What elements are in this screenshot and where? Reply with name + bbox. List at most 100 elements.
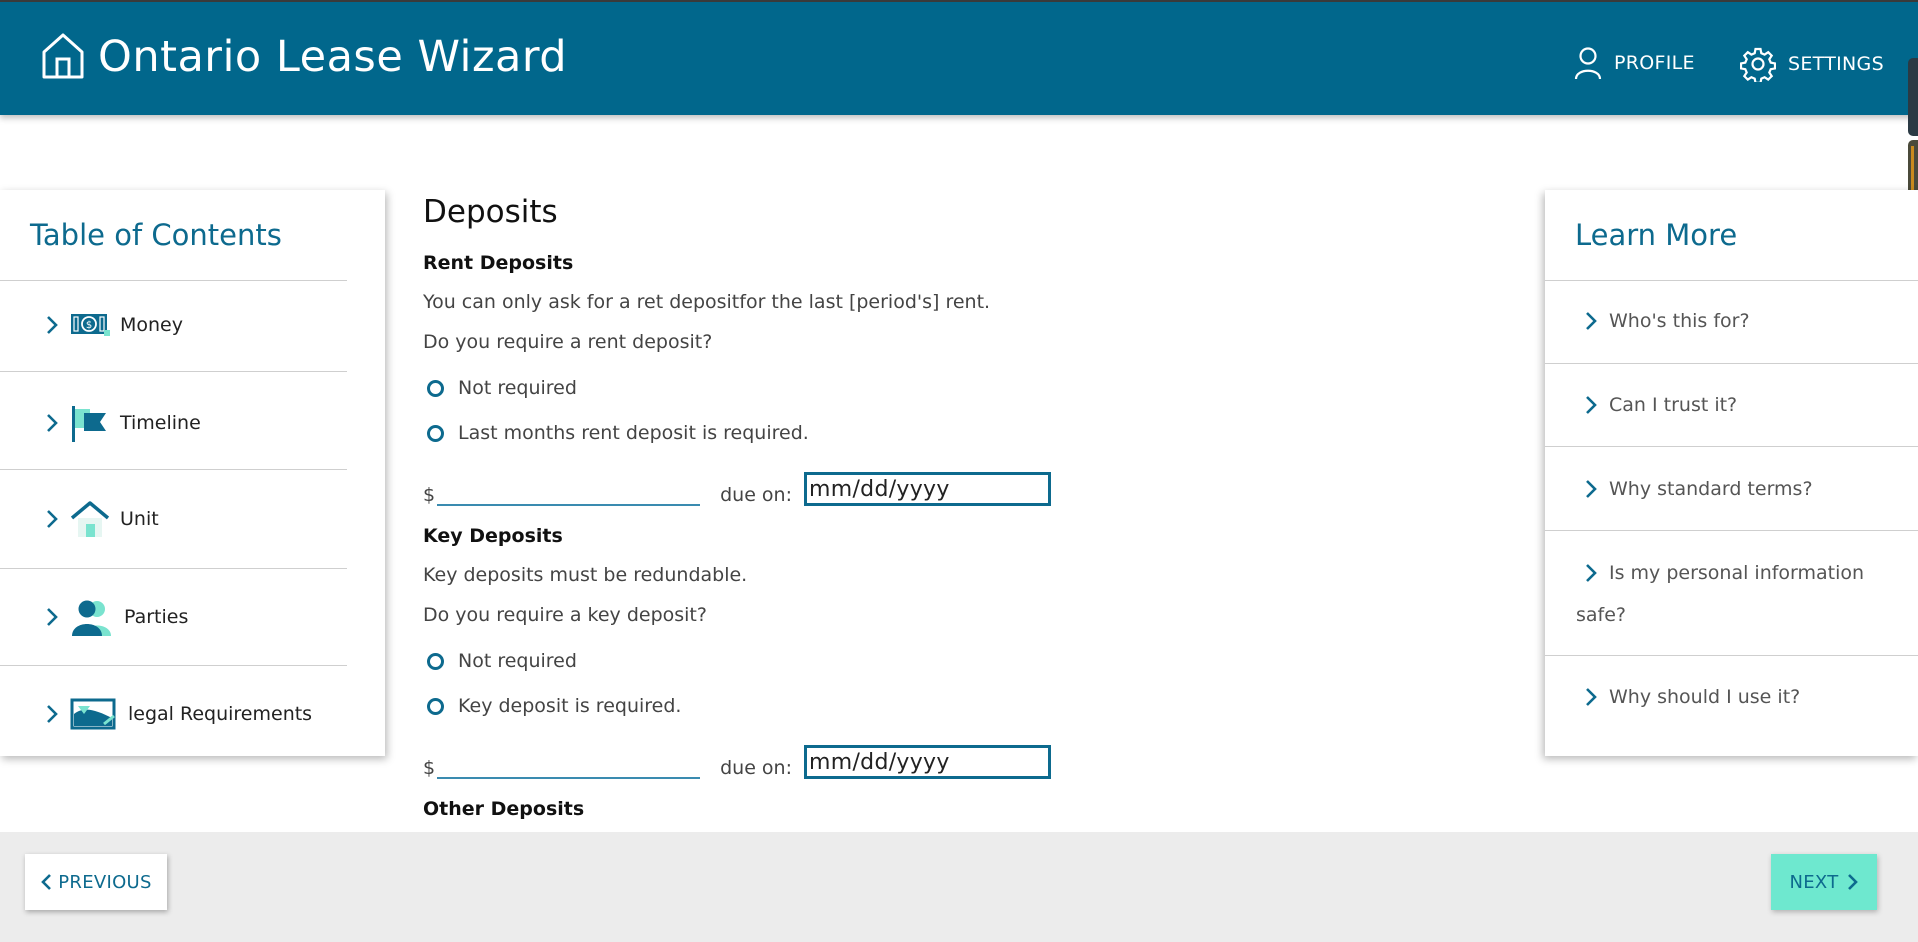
chevron-right-icon: [47, 705, 58, 723]
learn-item-line: Is my personal information: [1585, 552, 1885, 594]
key-not-required-radio[interactable]: Not required: [427, 650, 577, 672]
chevron-right-icon: [47, 414, 58, 432]
key-due-date-input[interactable]: mm/dd/yyyy: [804, 745, 1051, 779]
toc-item-label: Money: [120, 314, 183, 336]
key-amount-input[interactable]: [437, 753, 701, 779]
rent-deposit-question: Do you require a rent deposit?: [423, 331, 713, 353]
learn-item-whos-this-for[interactable]: Who's this for?: [1585, 310, 1750, 332]
toc-item-label: Parties: [124, 606, 189, 628]
radio-circle[interactable]: [427, 424, 444, 442]
side-scroll-handle[interactable]: [1908, 58, 1918, 136]
rent-last-month-radio[interactable]: Last months rent deposit is required.: [427, 422, 809, 444]
divider: [1545, 363, 1918, 364]
money-icon: $: [71, 314, 110, 336]
rent-not-required-radio[interactable]: Not required: [427, 377, 577, 399]
settings-label: SETTINGS: [1788, 53, 1884, 75]
previous-label: PREVIOUS: [58, 871, 152, 893]
toc-item-money[interactable]: $ Money: [46, 312, 183, 338]
home-icon: [70, 501, 110, 537]
chevron-right-icon: [1586, 312, 1597, 330]
learn-item-label: Why standard terms?: [1609, 478, 1813, 500]
settings-link[interactable]: SETTINGS: [1740, 46, 1884, 82]
radio-circle[interactable]: [427, 652, 444, 670]
key-amount-row: $ due on: mm/dd/yyyy: [423, 745, 1051, 779]
other-deposits-heading: Other Deposits: [423, 798, 585, 820]
key-deposits-info: Key deposits must be redundable.: [423, 564, 748, 586]
chevron-right-icon: [47, 316, 58, 334]
radio-circle[interactable]: [427, 697, 444, 715]
rent-amount-input[interactable]: [437, 480, 701, 506]
divider: [1545, 280, 1918, 281]
toc-item-label: Timeline: [120, 412, 201, 434]
gear-icon: [1740, 47, 1776, 82]
divider: [0, 280, 347, 281]
profile-label: PROFILE: [1614, 52, 1695, 74]
chevron-right-icon: [1586, 396, 1597, 414]
learn-item-label: Who's this for?: [1609, 310, 1750, 332]
toc-item-parties[interactable]: Parties: [46, 598, 188, 636]
rent-due-date-input[interactable]: mm/dd/yyyy: [804, 472, 1051, 506]
divider: [0, 371, 347, 372]
divider: [0, 665, 347, 666]
chevron-right-icon: [1847, 874, 1858, 890]
svg-text:$: $: [86, 320, 92, 331]
people-icon: [72, 600, 111, 636]
document-icon: [70, 698, 116, 730]
toc-item-timeline[interactable]: Timeline: [46, 404, 201, 442]
page-title: Deposits: [423, 194, 558, 230]
divider: [0, 568, 347, 569]
key-deposit-required-radio[interactable]: Key deposit is required.: [427, 695, 681, 717]
learn-item-label: Can I trust it?: [1609, 394, 1738, 416]
currency-symbol: $: [423, 757, 436, 779]
learn-item-label: Why should I use it?: [1609, 686, 1801, 708]
learn-item-label-continued: safe?: [1576, 604, 1627, 626]
chevron-left-icon: [41, 874, 52, 890]
learn-item-why-should-i-use-it[interactable]: Why should I use it?: [1585, 686, 1800, 708]
divider: [1545, 530, 1918, 531]
toc-item-legal-requirements[interactable]: legal Requirements: [46, 698, 312, 730]
profile-link[interactable]: PROFILE: [1574, 46, 1695, 80]
next-label: NEXT: [1789, 871, 1839, 893]
previous-button[interactable]: PREVIOUS: [25, 854, 167, 910]
table-of-contents-panel: Table of Contents $ Money Timeline Unit …: [0, 190, 385, 756]
house-outline-icon[interactable]: [40, 32, 86, 80]
learn-item-personal-information[interactable]: Is my personal information safe?: [1576, 552, 1885, 636]
rent-amount-row: $ due on: mm/dd/yyyy: [423, 472, 1051, 506]
chevron-right-icon: [1586, 480, 1597, 498]
side-scroll-handle-secondary[interactable]: [1908, 140, 1918, 196]
radio-label: Not required: [458, 377, 577, 399]
app-header: Ontario Lease Wizard PROFILE SETTINGS: [0, 0, 1918, 115]
radio-label: Key deposit is required.: [458, 695, 682, 717]
key-deposits-heading: Key Deposits: [423, 525, 563, 547]
due-on-label: due on:: [720, 757, 792, 779]
radio-label: Last months rent deposit is required.: [458, 422, 809, 444]
divider: [0, 469, 347, 470]
flag-icon: [72, 406, 106, 442]
learn-item-why-standard-terms[interactable]: Why standard terms?: [1585, 478, 1813, 500]
toc-item-label: legal Requirements: [128, 703, 313, 725]
toc-item-unit[interactable]: Unit: [46, 500, 159, 538]
toc-item-label: Unit: [120, 508, 159, 530]
next-button[interactable]: NEXT: [1771, 854, 1877, 910]
learn-more-title: Learn More: [1575, 218, 1738, 252]
learn-item-can-i-trust-it[interactable]: Can I trust it?: [1585, 394, 1737, 416]
learn-item-label: Is my personal information: [1609, 562, 1865, 584]
learn-more-panel: Learn More Who's this for? Can I trust i…: [1545, 190, 1918, 756]
due-on-label: due on:: [720, 484, 792, 506]
toc-title: Table of Contents: [30, 218, 282, 252]
app-title: Ontario Lease Wizard: [98, 32, 568, 82]
key-deposit-question: Do you require a key deposit?: [423, 604, 707, 626]
divider: [1545, 655, 1918, 656]
radio-label: Not required: [458, 650, 577, 672]
footer-bar: PREVIOUS NEXT: [0, 832, 1918, 942]
chevron-right-icon: [47, 608, 58, 626]
divider: [1545, 446, 1918, 447]
currency-symbol: $: [423, 484, 436, 506]
rent-deposits-heading: Rent Deposits: [423, 252, 574, 274]
radio-circle[interactable]: [427, 379, 444, 397]
chevron-right-icon: [47, 510, 58, 528]
person-icon: [1574, 47, 1602, 80]
chevron-right-icon: [1586, 564, 1597, 582]
rent-deposits-info: You can only ask for a ret depositfor th…: [423, 291, 991, 313]
chevron-right-icon: [1586, 688, 1597, 706]
